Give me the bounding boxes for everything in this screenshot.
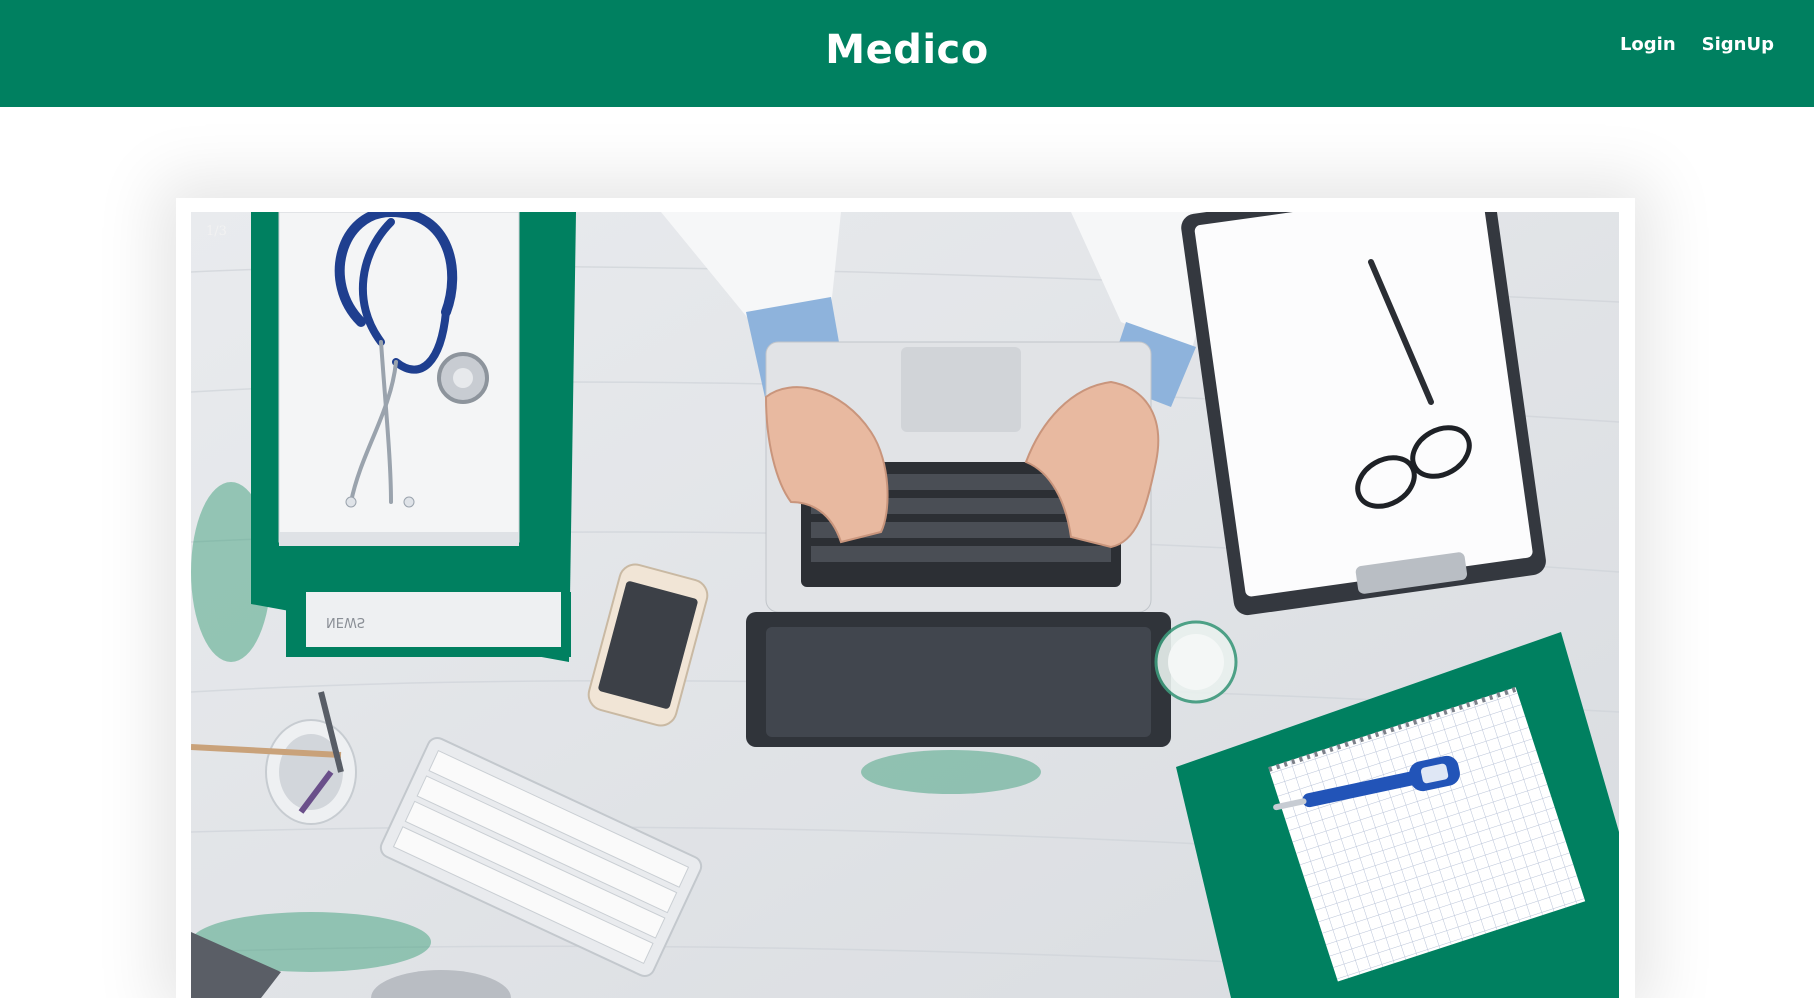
book-label: NEWS [326,614,365,629]
top-navbar: Medico Login SignUp [0,0,1814,107]
slide-image[interactable]: 1/3 NEWS [191,212,1619,998]
signup-link[interactable]: SignUp [1702,34,1774,55]
books-stack: NEWS [251,212,576,662]
slide-counter: 1/3 [206,224,227,239]
desk-scene-illustration: NEWS [191,212,1619,998]
water-glass [1154,620,1238,704]
site-logo[interactable]: Medico [0,0,1814,100]
nav-links: Login SignUp [1620,34,1774,55]
image-slideshow: 1/3 NEWS [176,198,1635,998]
login-link[interactable]: Login [1620,34,1676,55]
clipboard [1181,212,1546,616]
